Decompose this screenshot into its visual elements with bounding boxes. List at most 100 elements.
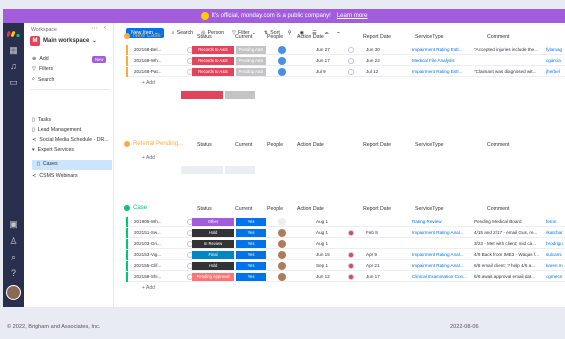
table-row[interactable]: 202153-Vig... Final Yes Jun 15 Apr 9 Impairme…	[126, 250, 565, 260]
person-avatar[interactable]	[278, 262, 286, 270]
group-title[interactable]: Case	[124, 205, 147, 211]
notifications-bell-icon[interactable]: ♫	[8, 61, 19, 72]
service-type[interactable]: Medical File Analysis	[412, 56, 470, 66]
service-type[interactable]: Impairment Rating Estl...	[412, 67, 470, 77]
email-text[interactable]: rkatchar	[546, 228, 565, 238]
person-avatar[interactable]	[278, 218, 286, 226]
report-date[interactable]: Jun 17	[366, 272, 380, 282]
item-name[interactable]: 202155-Clif...	[134, 261, 186, 271]
action-date[interactable]: Jun 12	[316, 272, 330, 282]
person-avatar[interactable]	[278, 229, 286, 237]
search-button[interactable]: ⌕ Search	[172, 30, 193, 37]
column-header-service[interactable]: ServiceType	[415, 206, 444, 212]
person-avatar[interactable]	[278, 240, 286, 248]
status-pill[interactable]: Hold	[192, 229, 234, 237]
service-type[interactable]: Impairment Rating Anal...	[412, 228, 470, 238]
column-header-report[interactable]: Report Date	[363, 142, 391, 148]
action-date[interactable]: Jun 27	[316, 45, 330, 55]
current-pill[interactable]: Pending A&S	[236, 57, 266, 65]
table-row[interactable]: 202168-Pat... Records to A&S Pending A&S Ju…	[126, 67, 565, 77]
comment-text[interactable]: "Accepted injuries include the...	[474, 45, 542, 55]
item-name[interactable]: 202158-Shi...	[134, 272, 186, 282]
comment-text[interactable]: 3/23 - Met with client; mid ca...	[474, 239, 542, 249]
comment-text[interactable]: 4/15 and 2/17 - email Gus, re...	[474, 228, 542, 238]
column-header-people[interactable]: People	[267, 142, 283, 148]
column-header-status[interactable]: Status	[197, 142, 212, 148]
person-avatar[interactable]	[278, 68, 286, 76]
comment-text[interactable]: 4/9 Back from IME3 - Waqas f...	[474, 250, 542, 260]
current-pill[interactable]: Yes	[236, 273, 266, 281]
column-header-service[interactable]: ServiceType	[415, 34, 444, 40]
more-options-icon[interactable]: ···	[91, 25, 98, 32]
sidebar-item-tasks[interactable]: ▯ Tasks	[32, 117, 51, 123]
email-text[interactable]: jherbel	[546, 67, 565, 77]
item-name[interactable]: 201905-Wh...	[134, 217, 186, 227]
column-header-current[interactable]: Current	[235, 34, 252, 40]
status-pill[interactable]: Final	[192, 251, 234, 259]
status-pill[interactable]: Pending Approval	[192, 273, 234, 281]
table-row[interactable]: 202168-Bel... Records to A&S Pending A&S Ju…	[126, 45, 565, 55]
column-header-action[interactable]: Action Date	[297, 142, 324, 148]
table-row[interactable]: 202151-Sw... Hold Yes Aug 1 Feb 8 Impairment …	[126, 228, 565, 238]
item-name[interactable]: 202168-Pat...	[134, 67, 186, 77]
table-row[interactable]: 202158-Shi... Pending Approval Yes Jun 12 Ju…	[126, 272, 565, 282]
help-icon[interactable]: ?	[8, 268, 19, 279]
comment-text[interactable]: 6/8 await approval email dat...	[474, 272, 542, 282]
action-date[interactable]: Jun 15	[316, 250, 330, 260]
item-name[interactable]: 202168-Bel...	[134, 45, 186, 55]
monday-logo-icon[interactable]	[7, 29, 20, 38]
group-collapse-icon[interactable]	[124, 33, 130, 39]
comment-text[interactable]	[474, 56, 542, 66]
current-pill[interactable]: Yes	[236, 229, 266, 237]
comment-text[interactable]: "Claimant was diagnosed wit...	[474, 67, 542, 77]
action-date[interactable]: Jul 9	[316, 67, 326, 77]
status-pill[interactable]: Records to A&S	[192, 68, 234, 76]
email-text[interactable]: sulcami	[546, 250, 565, 260]
inbox-icon[interactable]: ▭	[8, 77, 19, 88]
service-type[interactable]	[412, 239, 470, 249]
sidebar-folder-expert-services[interactable]: ▾ Expert Services	[32, 147, 74, 153]
calendar-icon[interactable]: ▣	[8, 219, 19, 230]
current-pill[interactable]: Pending A&S	[236, 46, 266, 54]
report-date[interactable]: Apr 9	[366, 250, 377, 260]
email-text[interactable]: cgrnecs	[546, 272, 565, 282]
table-row[interactable]: 201905-Wh... Other Yes Aug 1 Rating Review Pe…	[126, 217, 565, 227]
person-avatar[interactable]	[278, 46, 286, 54]
column-header-current[interactable]: Current	[235, 142, 252, 148]
comment-text[interactable]: 6/8 email client; ? help 4/6 a...	[474, 261, 542, 271]
service-type[interactable]: Impairment Rating Anal...	[412, 250, 470, 260]
sidebar-item-csms-webinars[interactable]: ≺ CSMS Webinars	[32, 173, 78, 179]
column-header-status[interactable]: Status	[197, 206, 212, 212]
item-name[interactable]: 202151-Sw...	[134, 228, 186, 238]
column-header-status[interactable]: Status	[197, 34, 212, 40]
action-date[interactable]: Jun 17	[316, 56, 330, 66]
report-date[interactable]: Jul 12	[366, 67, 378, 77]
report-date[interactable]: Feb 8	[366, 228, 378, 238]
sidebar-item-social-media-schedule[interactable]: ≺ Social Media Schedule - DR...	[32, 137, 109, 143]
item-name[interactable]: 202169-Wh...	[134, 56, 186, 66]
table-row[interactable]: 202169-Wh... Records to A&S Pending A&S Jun…	[126, 56, 565, 66]
sidebar-item-search[interactable]: ⌕ Search	[32, 76, 54, 83]
action-date[interactable]: Aug 1	[316, 239, 328, 249]
group-title[interactable]: Referral Pending...	[124, 141, 183, 147]
table-row[interactable]: 202103-Gri... In Review Yes Aug 1 3/23 - Met…	[126, 239, 565, 249]
automation-icon[interactable]: ⌁	[337, 30, 340, 36]
apps-grid-icon[interactable]: ▦	[8, 45, 19, 56]
status-pill[interactable]: Hold	[192, 262, 234, 270]
add-item-row[interactable]: + Add	[126, 78, 565, 88]
user-avatar[interactable]	[6, 285, 21, 300]
sidebar-item-add[interactable]: ⊕ Add	[32, 56, 49, 62]
current-pill[interactable]: Yes	[236, 262, 266, 270]
column-header-current[interactable]: Current	[235, 206, 252, 212]
current-pill[interactable]: Yes	[236, 218, 266, 226]
report-date[interactable]: Apr 21	[366, 261, 380, 271]
color-icon[interactable]: ⌓	[325, 30, 329, 37]
column-header-service[interactable]: ServiceType	[415, 142, 444, 148]
current-pill[interactable]: Yes	[236, 251, 266, 259]
column-header-action[interactable]: Action Date	[297, 206, 324, 212]
current-pill[interactable]: Pending A&S	[236, 68, 266, 76]
report-date[interactable]: Jun 30	[366, 45, 380, 55]
person-avatar[interactable]	[278, 273, 286, 281]
email-text[interactable]: karen.m	[546, 261, 565, 271]
column-header-report[interactable]: Report Date	[363, 34, 391, 40]
